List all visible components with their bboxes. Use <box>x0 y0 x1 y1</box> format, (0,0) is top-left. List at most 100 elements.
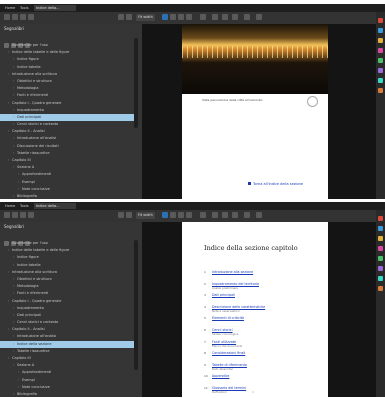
create-pdf-icon[interactable] <box>378 28 383 33</box>
fill-sign-icon[interactable] <box>378 68 383 73</box>
save-icon[interactable] <box>4 14 10 20</box>
export-pdf-icon[interactable] <box>378 216 383 221</box>
zoom-in-icon[interactable] <box>186 212 192 218</box>
bookmark-item[interactable]: › Introduzione alla scrittura <box>0 269 134 276</box>
sign-icon[interactable] <box>232 212 238 218</box>
bookmark-item[interactable]: › Avvertenze per l'uso <box>0 240 134 247</box>
bookmark-item[interactable]: › Indice delle tabelle e delle figure <box>0 247 134 254</box>
scrollbar[interactable] <box>134 38 138 128</box>
bookmark-item[interactable]: › Sezione A <box>0 164 134 171</box>
bookmark-item[interactable]: › Tabelle riassuntive <box>0 150 134 157</box>
select-tool-icon[interactable] <box>162 14 168 20</box>
zoom-out-icon[interactable] <box>178 212 184 218</box>
toc-link[interactable]: Fonti utilizzate <box>212 340 236 344</box>
zoom-select[interactable]: Fit width <box>136 212 155 219</box>
bookmark-item[interactable]: › Obiettivi e struttura <box>0 276 134 283</box>
bookmark-item[interactable]: › Fonti e riferimenti <box>0 290 134 297</box>
toc-link[interactable]: Glossario dei termini <box>212 386 246 390</box>
bookmark-item[interactable]: › Metodologia <box>0 283 134 290</box>
bookmark-item[interactable]: › Metodologia <box>0 85 134 92</box>
bookmark-item[interactable]: › Tabelle riassuntive <box>0 348 134 355</box>
bookmark-item[interactable]: › Capitolo II - Analisi <box>0 326 134 333</box>
search-icon[interactable] <box>28 14 34 20</box>
toc-link[interactable]: Considerazioni finali <box>212 351 245 355</box>
edit-pdf-icon[interactable] <box>378 236 383 241</box>
highlight-icon[interactable] <box>222 212 228 218</box>
bookmark-item[interactable]: › Capitolo III <box>0 355 134 362</box>
bookmark-item[interactable]: › Inquadramento <box>0 107 134 114</box>
bookmark-item[interactable]: › Fonti e riferimenti <box>0 92 134 99</box>
tab-home[interactable]: Home <box>3 203 17 209</box>
comment-tool-icon[interactable] <box>378 48 383 53</box>
back-to-index-link[interactable]: Torna all'indice della sezione <box>248 182 303 186</box>
protect-icon[interactable] <box>378 78 383 83</box>
print-icon[interactable] <box>12 14 18 20</box>
comment-tool-icon[interactable] <box>378 246 383 251</box>
bookmark-item[interactable]: › Capitolo I - Quadro generale <box>0 298 134 305</box>
comment-icon[interactable] <box>212 14 218 20</box>
bookmark-item[interactable]: › Sezione A <box>0 362 134 369</box>
toc-link[interactable]: Cenni storici <box>212 328 233 332</box>
export-pdf-icon[interactable] <box>378 18 383 23</box>
share-icon[interactable] <box>244 212 250 218</box>
fit-page-icon[interactable] <box>200 212 206 218</box>
bookmark-item[interactable]: › Indice della sezione <box>0 340 134 348</box>
bookmark-item[interactable]: › Capitolo II - Analisi <box>0 128 134 135</box>
bookmark-item[interactable]: › Esempi <box>0 377 134 384</box>
select-tool-icon[interactable] <box>162 212 168 218</box>
prev-page-icon[interactable] <box>118 212 124 218</box>
bookmark-item[interactable]: › Approfondimenti <box>0 369 134 376</box>
bookmark-item[interactable]: › Obiettivi e struttura <box>0 78 134 85</box>
more-icon[interactable] <box>256 212 262 218</box>
sign-icon[interactable] <box>232 14 238 20</box>
hand-tool-icon[interactable] <box>170 14 176 20</box>
toc-link[interactable]: Tabelle di riferimento <box>212 363 247 367</box>
bookmark-item[interactable]: › Indice figure <box>0 56 134 63</box>
tab-document[interactable]: Indice della... <box>34 5 76 11</box>
bookmark-item[interactable]: › Introduzione all'analisi <box>0 333 134 340</box>
bookmark-item[interactable]: › Approfondimenti <box>0 171 134 178</box>
search-icon[interactable] <box>28 212 34 218</box>
toc-link[interactable]: Inquadramento del territorio <box>212 282 259 286</box>
bookmark-item[interactable]: › Note conclusive <box>0 384 134 391</box>
scrollbar[interactable] <box>134 240 138 370</box>
hand-tool-icon[interactable] <box>170 212 176 218</box>
more-tools-icon[interactable] <box>378 286 383 291</box>
more-tools-icon[interactable] <box>378 88 383 93</box>
bookmark-item[interactable]: › Cenni storici e contesto <box>0 319 134 326</box>
comment-icon[interactable] <box>212 212 218 218</box>
print-icon[interactable] <box>12 212 18 218</box>
bookmark-item[interactable]: › Indice tabelle <box>0 64 134 71</box>
bookmark-item[interactable]: › Introduzione all'analisi <box>0 135 134 142</box>
toc-link[interactable]: Dati principali <box>212 293 235 297</box>
bookmark-item[interactable]: › Dati principali <box>0 113 134 122</box>
bookmark-item[interactable]: › Capitolo III <box>0 157 134 164</box>
next-page-icon[interactable] <box>126 212 132 218</box>
mail-icon[interactable] <box>20 212 26 218</box>
toc-link[interactable]: Descrizione delle caratteristiche <box>212 305 265 309</box>
bookmark-item[interactable]: › Bibliografia <box>0 391 134 397</box>
zoom-select[interactable]: Fit width <box>136 14 155 21</box>
more-icon[interactable] <box>256 14 262 20</box>
toc-link[interactable]: Appendice <box>212 374 229 378</box>
bookmark-item[interactable]: › Discussione dei risultati <box>0 143 134 150</box>
bookmark-item[interactable]: › Introduzione alla scrittura <box>0 71 134 78</box>
tab-tools[interactable]: Tools <box>18 5 31 11</box>
protect-icon[interactable] <box>378 276 383 281</box>
bookmark-item[interactable]: › Cenni storici e contesto <box>0 121 134 128</box>
organize-icon[interactable] <box>378 58 383 63</box>
toc-link[interactable]: Introduzione alla sezione <box>212 270 253 274</box>
bookmark-item[interactable]: › Capitolo I - Quadro generale <box>0 100 134 107</box>
bookmark-item[interactable]: › Indice tabelle <box>0 262 134 269</box>
prev-page-icon[interactable] <box>118 14 124 20</box>
zoom-in-icon[interactable] <box>186 14 192 20</box>
tab-document[interactable]: Indice della... <box>34 203 76 209</box>
bookmark-item[interactable]: › Bibliografia <box>0 193 134 199</box>
zoom-out-icon[interactable] <box>178 14 184 20</box>
organize-icon[interactable] <box>378 256 383 261</box>
bookmark-item[interactable]: › Note conclusive <box>0 186 134 193</box>
bookmark-item[interactable]: › Indice delle tabelle e delle figure <box>0 49 134 56</box>
next-page-icon[interactable] <box>126 14 132 20</box>
bookmark-item[interactable]: › Inquadramento <box>0 305 134 312</box>
share-icon[interactable] <box>244 14 250 20</box>
